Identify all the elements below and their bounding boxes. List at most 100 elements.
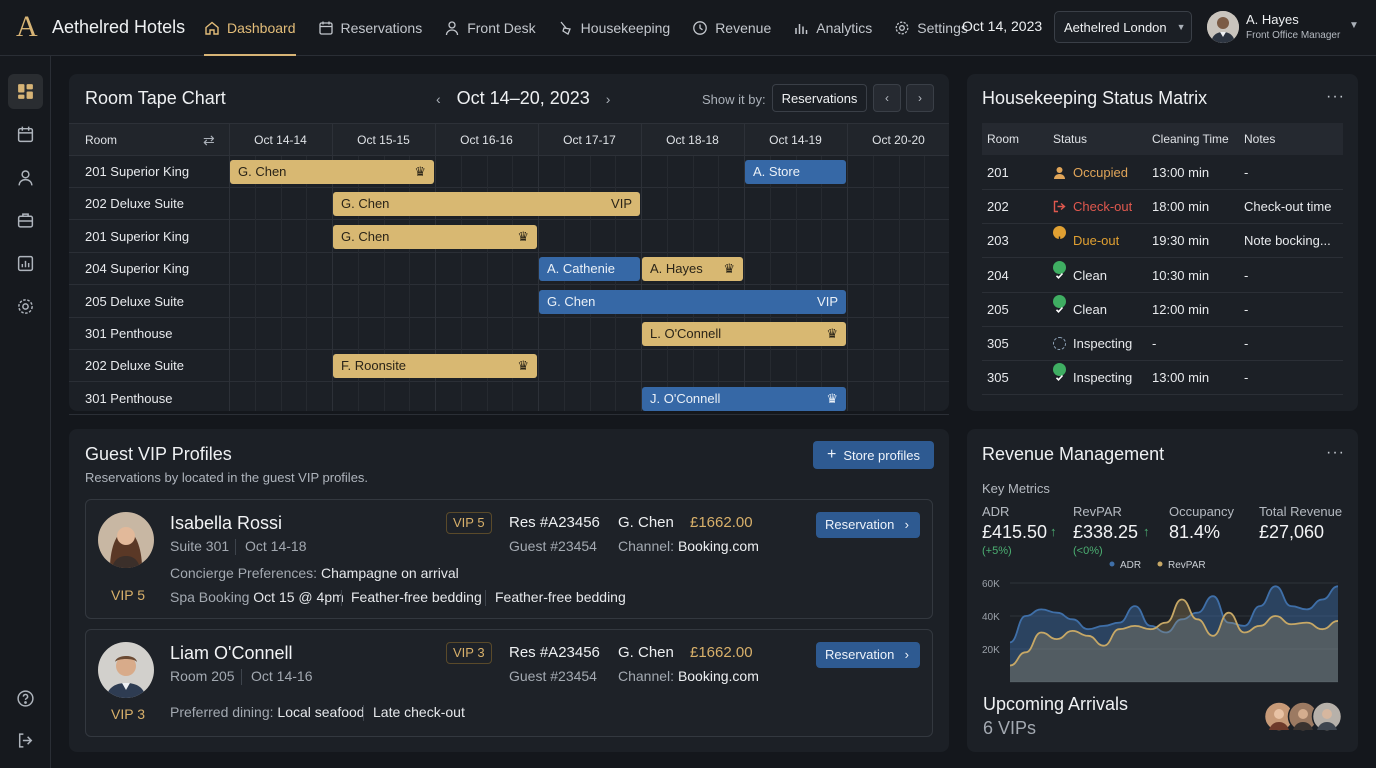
housekeeping-row[interactable]: 202 Check-out 18:00 min Check-out time: [982, 190, 1343, 225]
room-number: 203: [987, 233, 1009, 249]
metric-value: £415.50: [982, 522, 1048, 542]
day-column-header: Oct 18-18: [666, 133, 719, 147]
housekeeping-row[interactable]: 204 Clean 10:30 min -: [982, 259, 1343, 293]
booking-bar[interactable]: G. Chen VIP: [539, 289, 846, 314]
up-arrow-icon: ↑: [1143, 524, 1150, 539]
sidebar-concierge[interactable]: [8, 203, 43, 238]
grid-line: [280, 156, 282, 411]
housekeeping-row[interactable]: 201 Occupied 13:00 min -: [982, 156, 1343, 190]
nav-settings[interactable]: Settings: [894, 0, 968, 56]
nav-dashboard[interactable]: Dashboard: [204, 0, 296, 56]
booking-bar[interactable]: G. Chen ♛: [230, 160, 434, 184]
sidebar-help[interactable]: [8, 681, 43, 716]
sidebar-reports[interactable]: [8, 246, 43, 281]
swap-icon[interactable]: ⇄: [203, 124, 215, 157]
status-cell: Inspecting: [1053, 361, 1132, 395]
grid-line: [924, 156, 926, 411]
top-bar: A Aethelred Hotels Dashboard Reservation…: [0, 0, 1376, 56]
next-week-icon[interactable]: ›: [606, 91, 611, 107]
crown-icon: ♛: [826, 390, 838, 406]
week-range: Oct 14–20, 2023: [456, 88, 590, 108]
sidebar-dashboard[interactable]: [8, 74, 43, 109]
tape-next-button[interactable]: ›: [906, 84, 934, 112]
booking-bar[interactable]: A. Hayes ♛: [642, 257, 743, 282]
chart-icon: [17, 255, 34, 272]
tape-prev-button[interactable]: ‹: [873, 84, 901, 112]
legend-swatch: [1109, 561, 1115, 567]
booking-bar[interactable]: F. Roonsite ♛: [333, 354, 537, 379]
hotel-selector[interactable]: Aethelred London ▼: [1054, 11, 1192, 43]
col-cleaning-time: Cleaning Time: [1152, 132, 1229, 146]
cleaning-time: 18:00 min: [1152, 199, 1210, 215]
booking-bar[interactable]: A. Cathenie: [539, 257, 640, 282]
sidebar: [0, 56, 51, 768]
day-column-header: Oct 16-16: [460, 133, 513, 147]
grid-line: [692, 156, 694, 411]
check-icon: [1053, 260, 1066, 279]
status-text: Due-out: [1073, 233, 1120, 249]
housekeeping-row[interactable]: 203 Due-out 19:30 min Note bocking...: [982, 224, 1343, 259]
booking-bar[interactable]: J. O'Connell ♛: [642, 386, 846, 411]
metric-label: Total Revenue: [1259, 504, 1343, 519]
sidebar-settings[interactable]: [8, 289, 43, 324]
nav-analytics[interactable]: Analytics: [793, 0, 872, 56]
col-status: Status: [1053, 132, 1088, 146]
store-profiles-button[interactable]: + Store profiles: [813, 441, 934, 469]
status-text: Inspecting: [1073, 336, 1133, 351]
suitcase-icon: [17, 213, 34, 228]
metric-label: RevPAR: [1073, 504, 1122, 519]
user-avatar[interactable]: [1207, 11, 1239, 43]
booking-bar[interactable]: G. Chen ♛: [333, 224, 537, 249]
nav-label: Settings: [917, 20, 968, 36]
notes-cell: -: [1244, 267, 1249, 283]
nav-revenue[interactable]: Revenue: [692, 0, 771, 56]
cleaning-time: 13:00 min: [1152, 370, 1210, 386]
booking-guest: J. O'Connell: [650, 390, 721, 406]
more-options-icon[interactable]: ···: [1326, 88, 1345, 106]
store-profiles-label: Store profiles: [843, 447, 920, 463]
spa-label: Spa Booking: [170, 589, 250, 605]
housekeeping-row[interactable]: 305 Inspecting - -: [982, 327, 1343, 361]
user-menu-chevron-icon[interactable]: ▼: [1349, 20, 1359, 31]
show-by-select[interactable]: Reservations: [772, 84, 867, 112]
assigned-agent: G. Chen: [618, 514, 674, 531]
booking-bar[interactable]: L. O'Connell ♛: [642, 322, 846, 346]
y-tick-label: 20K: [982, 645, 1000, 656]
status-cell: Inspecting: [1053, 327, 1132, 361]
chevron-right-icon: ›: [918, 91, 922, 105]
housekeeping-row[interactable]: 305 Inspecting 13:00 min -: [982, 361, 1343, 396]
housekeeping-row[interactable]: 205 Clean 12:00 min -: [982, 293, 1343, 327]
up-arrow-icon: ↑: [1050, 524, 1057, 539]
calendar-icon: [17, 126, 34, 143]
bar-chart-icon: [795, 24, 808, 34]
tape-row: 204 Superior King: [69, 253, 949, 286]
status-text: Clean: [1073, 301, 1107, 317]
booking-bar[interactable]: G. Chen VIP: [333, 192, 640, 217]
room-label: 201 Superior King: [85, 164, 190, 179]
cleaning-time: 12:00 min: [1152, 301, 1210, 317]
guest-room: Room 205: [170, 668, 235, 684]
tape-header-row: Room ⇄ Oct 14-14 Oct 15-15 Oct 16-16 Oct 17…: [69, 123, 949, 156]
chevron-right-icon: ›: [904, 647, 909, 662]
key-metrics-label: Key Metrics: [982, 481, 1050, 496]
nav-reservations[interactable]: Reservations: [318, 0, 422, 56]
booking-guest: A. Hayes: [650, 261, 703, 277]
nav-housekeeping[interactable]: Housekeeping: [558, 0, 670, 56]
sidebar-logout[interactable]: [8, 723, 43, 758]
room-label: 201 Superior King: [85, 228, 190, 244]
sidebar-reservations[interactable]: [8, 117, 43, 152]
grid-line: [718, 156, 720, 411]
guest-avatar: [98, 512, 154, 568]
arrivals-avatar-stack[interactable]: [1263, 701, 1344, 732]
sidebar-guests[interactable]: [8, 160, 43, 195]
reservation-button[interactable]: Reservation ›: [816, 512, 920, 538]
notes-cell: -: [1244, 301, 1249, 317]
room-number: 201: [987, 165, 1009, 180]
booking-bar[interactable]: A. Store: [745, 160, 846, 184]
more-options-icon[interactable]: ···: [1326, 444, 1345, 462]
prev-week-icon[interactable]: ‹: [436, 91, 441, 107]
status-cell: Clean: [1053, 259, 1107, 293]
nav-front-desk[interactable]: Front Desk: [444, 0, 536, 56]
reservation-button[interactable]: Reservation ›: [816, 642, 920, 668]
status-text: Clean: [1073, 267, 1107, 283]
